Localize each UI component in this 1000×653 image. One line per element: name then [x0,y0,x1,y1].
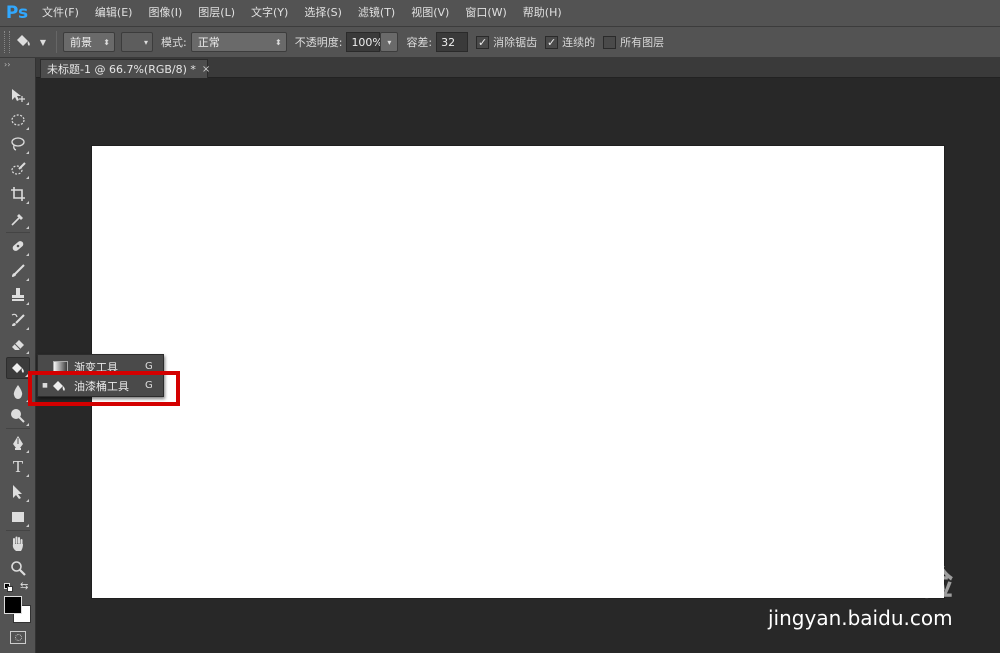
blend-mode-value: 正常 [197,36,220,49]
opacity-label: 不透明度: [294,36,343,49]
toolbar-separator [6,232,30,233]
foreground-color-swatch[interactable] [4,596,22,614]
rectangle-tool-icon[interactable] [6,506,30,528]
menu-bar: Ps 文件(F) 编辑(E) 图像(I) 图层(L) 文字(Y) 选择(S) 滤… [0,0,1000,26]
blend-mode-select[interactable]: 正常 ⬍ [190,32,287,52]
fill-source-select[interactable]: 前景 ⬍ [63,32,115,52]
watermark-logo: Baidu经验 [770,564,955,604]
clone-stamp-tool-icon[interactable] [6,284,30,306]
menu-file[interactable]: 文件(F) [34,0,87,26]
healing-brush-tool-icon[interactable] [6,235,30,257]
toolbar-separator [6,530,30,531]
fill-source-value: 前景 [70,36,92,49]
options-bar: ▼ 前景 ⬍ ▾ 模式: 正常 ⬍ 不透明度: 100% ▾ 容差: 32 ✓ … [0,26,1000,58]
chevron-updown-icon: ⬍ [103,37,110,47]
tools-panel: ›› T ⇆ [0,58,36,653]
contiguous-label: 连续的 [562,36,596,49]
hand-tool-icon[interactable] [6,533,30,555]
menu-edit[interactable]: 编辑(E) [87,0,141,26]
pattern-picker[interactable]: ▾ [121,32,153,52]
paint-bucket-icon [14,33,32,52]
dodge-tool-icon[interactable] [6,405,30,427]
watermark-url: jingyan.baidu.com [768,606,953,630]
mode-label: 模式: [161,36,187,49]
lasso-tool-icon[interactable] [6,133,30,155]
menu-window[interactable]: 窗口(W) [457,0,514,26]
quick-select-tool-icon[interactable] [6,158,30,180]
all-layers-checkbox[interactable] [603,35,617,49]
chevron-updown-icon: ⬍ [275,37,282,47]
opacity-input[interactable]: 100% [346,32,383,52]
zoom-tool-icon[interactable] [6,557,30,579]
chevron-down-icon: ▾ [387,37,392,47]
menu-select[interactable]: 选择(S) [296,0,350,26]
document-canvas[interactable] [92,146,944,598]
document-tab[interactable]: 未标题-1 @ 66.7%(RGB/8) * × [40,59,210,78]
watermark: Baidu经验 jingyan.baidu.com [760,548,960,638]
default-colors-icon[interactable] [4,583,13,592]
blur-tool-icon[interactable] [6,381,30,403]
menu-filter[interactable]: 滤镜(T) [350,0,403,26]
paint-bucket-tool-icon[interactable] [6,357,30,379]
menu-layer[interactable]: 图层(L) [190,0,243,26]
brush-tool-icon[interactable] [6,260,30,282]
marquee-tool-icon[interactable] [6,109,30,131]
eyedropper-tool-icon[interactable] [6,208,30,230]
contiguous-checkbox[interactable]: ✓ [545,35,559,49]
move-tool-icon[interactable] [6,84,30,106]
path-select-tool-icon[interactable] [6,481,30,503]
chevron-down-icon: ▼ [39,37,47,47]
toolbar-collapse-icon[interactable]: ›› [4,60,10,69]
crop-tool-icon[interactable] [6,183,30,205]
document-tab-title: 未标题-1 @ 66.7%(RGB/8) * [47,63,196,76]
menu-view[interactable]: 视图(V) [403,0,457,26]
toolbar-separator [6,428,30,429]
antialias-label: 消除锯齿 [493,36,538,49]
close-icon[interactable]: × [202,64,210,75]
history-brush-tool-icon[interactable] [6,309,30,331]
swap-colors-icon[interactable]: ⇆ [20,581,28,592]
menu-help[interactable]: 帮助(H) [515,0,570,26]
type-glyph: T [12,458,23,476]
all-layers-label: 所有图层 [620,36,665,49]
tool-preset-picker[interactable]: ▼ [10,29,50,55]
tolerance-label: 容差: [406,36,433,49]
menu-type[interactable]: 文字(Y) [243,0,296,26]
annotation-highlight-box [28,371,180,406]
quick-mask-icon[interactable] [10,631,26,644]
separator [56,31,57,53]
opacity-dropdown-button[interactable]: ▾ [380,32,399,52]
photoshop-logo: Ps [5,3,29,23]
type-tool-icon[interactable]: T [6,456,30,478]
menu-image[interactable]: 图像(I) [140,0,190,26]
document-tab-strip: 未标题-1 @ 66.7%(RGB/8) * × [36,58,1000,78]
pen-tool-icon[interactable] [6,432,30,454]
tolerance-input[interactable]: 32 [436,32,469,52]
antialias-checkbox[interactable]: ✓ [476,35,490,49]
chevron-down-icon: ▾ [143,37,148,47]
eraser-tool-icon[interactable] [6,333,30,355]
